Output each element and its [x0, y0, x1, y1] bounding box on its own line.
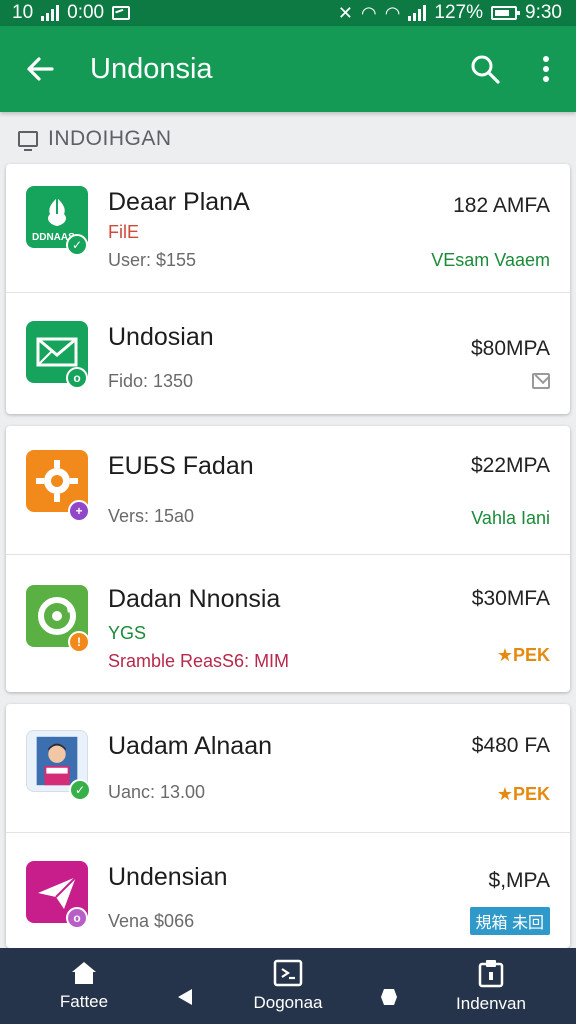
status-left-text: 10 [12, 2, 34, 23]
nav-item-center[interactable]: Dogonaa [238, 948, 338, 1024]
app-price: $,MPA [488, 869, 550, 892]
section-header: INDOIHGAN [18, 124, 172, 154]
app-name: Dadan Nnonsia [108, 585, 281, 613]
app-name: Undosian [108, 323, 214, 351]
list-item[interactable]: o Undensian Vena $066 $,MPA 規箱 未回 [6, 832, 570, 948]
app-card-3: ✓ Uadam Alnaan Uanc: 13.00 $480 FA ★PEK … [6, 704, 570, 948]
search-button[interactable] [454, 26, 516, 112]
home-icon [72, 962, 96, 984]
app-icon-leaf: DDNAAS ✓ [26, 186, 88, 256]
app-detail: Vena $066 [108, 911, 195, 931]
back-button[interactable] [0, 26, 80, 112]
nav-item-home[interactable]: Fattee [44, 948, 124, 1024]
back-triangle-icon[interactable] [176, 988, 194, 1006]
more-vert-icon [543, 56, 549, 82]
app-name: EUБS Fadan [108, 452, 254, 480]
page-title: Undonsia [90, 52, 213, 85]
status-right: ✕ ◠ ◠ 127% 9:30 [338, 2, 562, 24]
signal-icon [41, 5, 60, 21]
nav-label-right: Indenvan [456, 994, 526, 1013]
check-badge-icon: ✓ [69, 779, 91, 801]
app-name: Uadam Alnaan [108, 732, 273, 760]
nav-item-right[interactable]: Indenvan [446, 948, 536, 1024]
app-status: VEsam Vaaem [431, 250, 550, 270]
search-icon [471, 55, 500, 84]
section-label: INDOIHGAN [48, 127, 172, 150]
sync-badge-icon: o [66, 907, 88, 929]
status-clock-left: 0:00 [67, 2, 105, 23]
status-badge-icon: o [66, 367, 88, 389]
app-detail: Uanc: 13.00 [108, 782, 206, 802]
app-price: $30MFA [471, 587, 550, 610]
list-item[interactable]: DDNAAS ✓ Deaar PlanA FilE User: $155 182… [6, 164, 570, 292]
monitor-icon [18, 131, 38, 151]
slides-icon [273, 959, 303, 987]
wifi-icon: ◠ [360, 3, 377, 23]
list-item[interactable]: ! Dadan Nnonsia YGS Sramble ReasS6: MIM … [6, 554, 570, 692]
app-price: $22MPA [471, 454, 550, 477]
alert-badge-icon: ! [68, 631, 90, 653]
recents-icon[interactable] [380, 988, 398, 1006]
app-icon-mail: o [26, 321, 88, 389]
app-card-2: + EUБS Fadan Vers: 15a0 $22MPA Vahla Ian… [6, 426, 570, 692]
status-left: 10 0:00 [12, 2, 131, 24]
mail-icon [532, 373, 550, 389]
arrow-left-icon [27, 57, 54, 81]
clipboard-icon [478, 960, 504, 988]
status-time: 9:30 [525, 2, 562, 23]
app-label-badge: 規箱 未回 [469, 907, 550, 935]
app-tag: FilE [108, 222, 139, 242]
app-status: Vahla Iani [471, 508, 550, 528]
app-price: $480 FA [471, 734, 550, 757]
add-badge-icon: + [68, 500, 90, 522]
app-detail: Vers: 15a0 [108, 506, 195, 526]
app-bar: Undonsia [0, 26, 576, 112]
app-name: Undensian [108, 863, 228, 891]
battery-icon [491, 6, 521, 20]
app-detail: User: $155 [108, 250, 197, 270]
nav-label-home: Fattee [59, 992, 109, 1011]
battery-percent: 127% [434, 2, 484, 23]
list-item[interactable]: o Undosian Fido: 1350 $80MPA [6, 292, 570, 414]
app-detail: Fido: 1350 [108, 371, 194, 391]
check-badge-icon: ✓ [66, 234, 88, 256]
app-detail: Sramble ReasS6: MIM [108, 651, 290, 671]
app-icon-refresh: ! [26, 585, 90, 653]
list-item[interactable]: + EUБS Fadan Vers: 15a0 $22MPA Vahla Ian… [6, 426, 570, 554]
app-card-1: DDNAAS ✓ Deaar PlanA FilE User: $155 182… [6, 164, 570, 414]
signal-strength-icon [408, 5, 427, 21]
app-icon-avatar: ✓ [26, 730, 91, 801]
nav-label-center: Dogonaa [253, 993, 323, 1012]
app-icon-send: o [26, 861, 88, 929]
app-rating: ★PEK [496, 784, 550, 804]
bottom-nav: Fattee Dogonaa Indenvan [0, 948, 576, 1024]
status-bar: 10 0:00 ✕ ◠ ◠ 127% 9:30 [0, 0, 576, 26]
wifi-icon-secondary: ◠ [384, 3, 401, 23]
more-options-button[interactable] [516, 26, 576, 112]
list-item[interactable]: ✓ Uadam Alnaan Uanc: 13.00 $480 FA ★PEK [6, 704, 570, 832]
app-name: Deaar PlanA [108, 188, 250, 216]
app-rating: ★PEK [496, 645, 550, 665]
app-tag: YGS [108, 623, 147, 643]
image-notification-icon [112, 6, 131, 20]
mute-icon: ✕ [337, 3, 353, 23]
app-price: $80MPA [471, 337, 550, 360]
app-price: 182 AMFA [453, 194, 550, 217]
app-icon-gear: + [26, 450, 90, 522]
